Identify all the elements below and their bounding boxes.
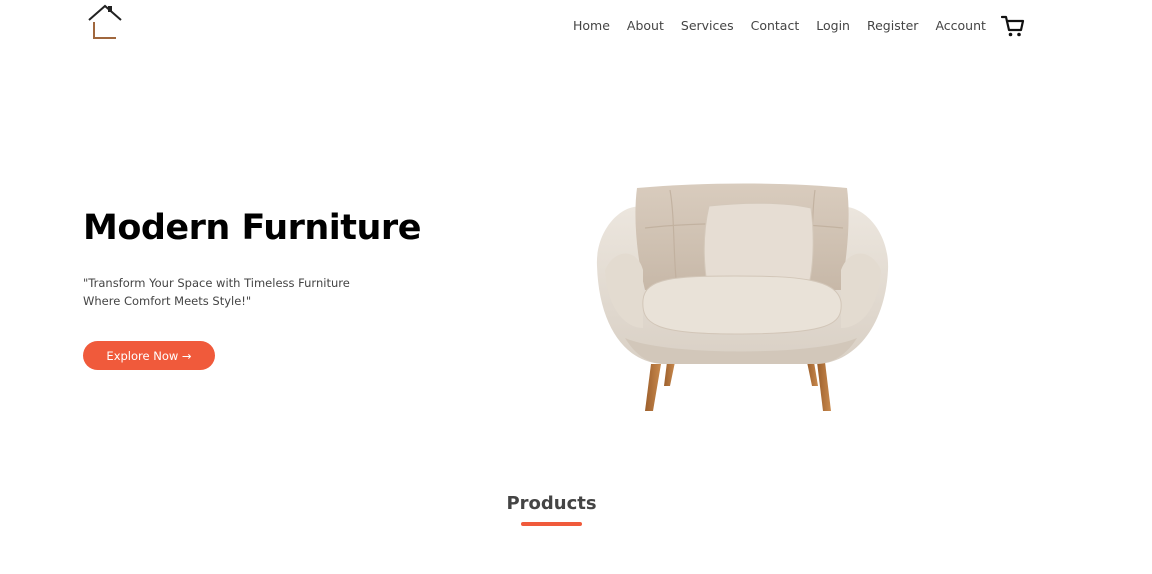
nav-register[interactable]: Register	[867, 16, 918, 36]
nav-account[interactable]: Account	[935, 16, 985, 36]
products-section-title: Products	[506, 493, 597, 514]
nav-home[interactable]: Home	[573, 16, 610, 36]
armchair-image	[596, 183, 889, 411]
hero-title: Modern Furniture	[83, 208, 421, 248]
page: Home About Services Contact Login Regist…	[0, 0, 1152, 574]
hero-subtitle: "Transform Your Space with Timeless Furn…	[83, 276, 350, 308]
logo-house-icon[interactable]	[86, 2, 126, 42]
house-icon	[88, 4, 122, 39]
nav-contact[interactable]: Contact	[751, 16, 800, 36]
cart-icon[interactable]	[1000, 14, 1025, 38]
nav-services[interactable]: Services	[681, 16, 734, 36]
main-nav: Home About Services Contact Login Regist…	[570, 14, 1025, 38]
explore-now-button[interactable]: Explore Now →	[83, 341, 215, 370]
products-title-underline	[521, 522, 582, 526]
nav-login[interactable]: Login	[816, 16, 850, 36]
nav-about[interactable]: About	[627, 16, 664, 36]
